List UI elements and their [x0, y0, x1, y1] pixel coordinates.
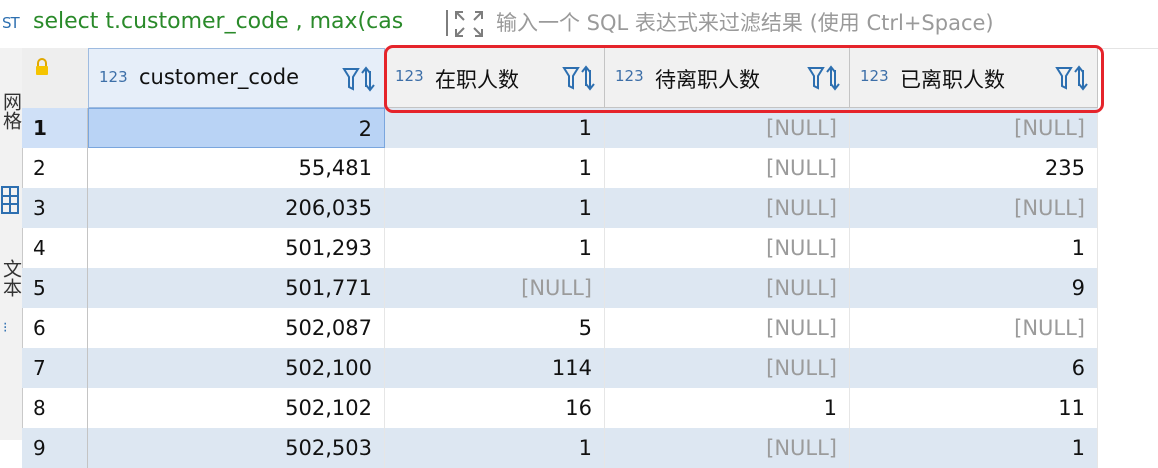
table-cell[interactable]: 1 [850, 428, 1098, 468]
column-header[interactable]: 123 在职人数 [385, 48, 605, 108]
column-header[interactable]: 123 customer_code [88, 48, 385, 108]
filter-input[interactable] [496, 8, 1136, 38]
numeric-type-icon: 123 [860, 67, 889, 85]
table-cell[interactable]: 1 [385, 428, 605, 468]
table-cell[interactable]: 502,100 [88, 348, 385, 388]
numeric-type-icon: 123 [615, 67, 644, 85]
column-header-label: 待离职人数 [655, 68, 760, 92]
table-cell[interactable]: 11 [850, 388, 1098, 428]
table-cell[interactable]: 16 [385, 388, 605, 428]
numeric-type-icon: 123 [395, 67, 424, 85]
table-cell[interactable]: [NULL] [605, 268, 850, 308]
lock-icon [36, 58, 48, 75]
table-cell[interactable]: [NULL] [605, 148, 850, 188]
row-number[interactable]: 5 [22, 268, 88, 308]
column-header[interactable]: 123 已离职人数 [850, 48, 1098, 108]
filter-sort-icon[interactable] [342, 65, 376, 93]
side-strip: 网格 文本 ⁝ [0, 48, 23, 440]
table-cell[interactable]: [NULL] [850, 108, 1098, 148]
table-cell[interactable]: 502,087 [88, 308, 385, 348]
table-cell[interactable]: 114 [385, 348, 605, 388]
table-cell[interactable]: 9 [850, 268, 1098, 308]
table-cell[interactable]: 55,481 [88, 148, 385, 188]
expand-icon[interactable] [454, 10, 484, 38]
column-header-label: customer_code [139, 65, 300, 89]
table-cell[interactable]: 1 [385, 228, 605, 268]
table-cell[interactable]: 502,503 [88, 428, 385, 468]
sql-icon[interactable]: ST [2, 14, 20, 32]
filter-sort-icon[interactable] [1055, 64, 1089, 92]
table-cell[interactable]: [NULL] [850, 188, 1098, 228]
results-grid: 123 customer_code 123 在职人数 123 待离职人数 123 已离职人数 … [22, 45, 1158, 468]
row-number[interactable]: 2 [22, 148, 88, 188]
table-cell[interactable]: [NULL] [605, 428, 850, 468]
table-cell[interactable]: [NULL] [605, 308, 850, 348]
row-number[interactable]: 4 [22, 228, 88, 268]
table-cell[interactable]: 501,293 [88, 228, 385, 268]
column-header-label: 在职人数 [435, 68, 519, 92]
grid-corner [22, 48, 89, 109]
row-number[interactable]: 9 [22, 428, 88, 468]
table-cell[interactable]: [NULL] [605, 348, 850, 388]
numeric-type-icon: 123 [99, 68, 128, 86]
table-cell[interactable]: 2 [88, 108, 385, 148]
table-cell[interactable]: 235 [850, 148, 1098, 188]
table-cell[interactable]: [NULL] [385, 268, 605, 308]
table-cell[interactable]: [NULL] [605, 108, 850, 148]
table-cell[interactable]: 206,035 [88, 188, 385, 228]
column-header-label: 已离职人数 [900, 68, 1005, 92]
row-number[interactable]: 1 [22, 108, 88, 148]
table-cell[interactable]: 1 [385, 108, 605, 148]
row-number[interactable]: 6 [22, 308, 88, 348]
tab-grid[interactable]: 网格 [0, 81, 22, 141]
row-number[interactable]: 7 [22, 348, 88, 388]
table-cell[interactable]: 5 [385, 308, 605, 348]
table-cell[interactable]: 1 [605, 388, 850, 428]
row-number[interactable]: 3 [22, 188, 88, 228]
table-cell[interactable]: 6 [850, 348, 1098, 388]
table-cell[interactable]: [NULL] [850, 308, 1098, 348]
grid-icon[interactable] [1, 186, 19, 214]
separator [446, 10, 448, 36]
sql-query-text[interactable]: select t.customer_code , max(cas [33, 9, 403, 34]
table-cell[interactable]: [NULL] [605, 188, 850, 228]
filter-bar: ST select t.customer_code , max(cas [0, 0, 1158, 49]
table-cell[interactable]: 1 [385, 148, 605, 188]
table-cell[interactable]: 502,102 [88, 388, 385, 428]
table-cell[interactable]: [NULL] [605, 228, 850, 268]
filter-sort-icon[interactable] [562, 64, 596, 92]
table-cell[interactable]: 501,771 [88, 268, 385, 308]
row-number[interactable]: 8 [22, 388, 88, 428]
column-header[interactable]: 123 待离职人数 [605, 48, 850, 108]
tab-text[interactable]: 文本 [0, 253, 22, 303]
record-icon[interactable]: ⁝ [3, 320, 7, 336]
table-cell[interactable]: 1 [385, 188, 605, 228]
filter-sort-icon[interactable] [807, 64, 841, 92]
table-cell[interactable]: 1 [850, 228, 1098, 268]
